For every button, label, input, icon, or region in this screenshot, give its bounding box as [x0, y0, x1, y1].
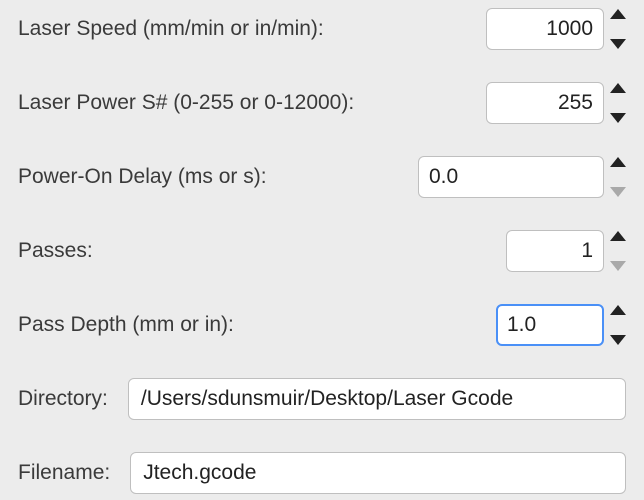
label-directory: Directory: [18, 387, 108, 411]
row-laser-speed: Laser Speed (mm/min or in/min): [18, 8, 626, 50]
spin-down-icon[interactable] [610, 187, 626, 197]
spinbox-laser-power [486, 82, 626, 124]
stepper-pass-depth [610, 304, 626, 346]
input-power-on-delay[interactable] [418, 156, 604, 198]
stepper-laser-power [610, 82, 626, 124]
spin-up-icon[interactable] [610, 157, 626, 167]
spin-up-icon[interactable] [610, 83, 626, 93]
row-directory: Directory: /Users/sdunsmuir/Desktop/Lase… [18, 378, 626, 420]
spin-down-icon[interactable] [610, 261, 626, 271]
spin-down-icon[interactable] [610, 39, 626, 49]
row-power-on-delay: Power-On Delay (ms or s): [18, 156, 626, 198]
row-pass-depth: Pass Depth (mm or in): [18, 304, 626, 346]
row-laser-power: Laser Power S# (0-255 or 0-12000): [18, 82, 626, 124]
label-filename: Filename: [18, 461, 110, 485]
row-passes: Passes: [18, 230, 626, 272]
label-pass-depth: Pass Depth (mm or in): [18, 313, 234, 337]
spin-up-icon[interactable] [610, 9, 626, 19]
spin-down-icon[interactable] [610, 335, 626, 345]
row-filename: Filename: Jtech.gcode [18, 452, 626, 494]
input-laser-speed[interactable] [486, 8, 604, 50]
spinbox-pass-depth [496, 304, 626, 346]
spinbox-power-on-delay [418, 156, 626, 198]
stepper-laser-speed [610, 8, 626, 50]
input-passes[interactable] [506, 230, 604, 272]
input-pass-depth[interactable] [496, 304, 604, 346]
spinbox-laser-speed [486, 8, 626, 50]
stepper-power-on-delay [610, 156, 626, 198]
spin-up-icon[interactable] [610, 305, 626, 315]
label-passes: Passes: [18, 239, 93, 263]
stepper-passes [610, 230, 626, 272]
spin-up-icon[interactable] [610, 231, 626, 241]
input-filename[interactable]: Jtech.gcode [130, 452, 626, 494]
input-laser-power[interactable] [486, 82, 604, 124]
input-directory[interactable]: /Users/sdunsmuir/Desktop/Laser Gcode [128, 378, 626, 420]
label-laser-power: Laser Power S# (0-255 or 0-12000): [18, 91, 354, 115]
spinbox-passes [506, 230, 626, 272]
label-power-on-delay: Power-On Delay (ms or s): [18, 165, 267, 189]
spin-down-icon[interactable] [610, 113, 626, 123]
label-laser-speed: Laser Speed (mm/min or in/min): [18, 17, 324, 41]
